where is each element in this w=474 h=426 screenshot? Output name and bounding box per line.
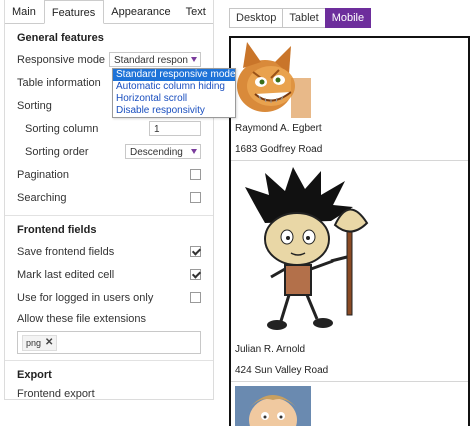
tab-features[interactable]: Features [43, 0, 105, 24]
extension-tag-label: png [26, 337, 42, 348]
save-fields-label: Save frontend fields [17, 245, 115, 258]
pagination-label: Pagination [17, 168, 69, 181]
section-title: Frontend fields [17, 224, 97, 236]
export-section: Export Frontend export [5, 361, 213, 400]
sorting-label: Sorting [17, 99, 52, 112]
tab-main[interactable]: Main [5, 0, 44, 23]
list-item: Raymond A. Egbert 1683 Godfrey Road [231, 38, 468, 161]
tab-appearance[interactable]: Appearance [104, 0, 178, 23]
searching-checkbox[interactable] [190, 192, 201, 203]
dropdown-option[interactable]: Standard responsive mode [113, 69, 236, 81]
sorting-column-input[interactable]: 1 [149, 121, 201, 136]
sorting-order-select[interactable]: Descending [125, 144, 201, 159]
pagination-checkbox[interactable] [190, 169, 201, 180]
extensions-label: Allow these file extensions [17, 313, 147, 325]
record-address: 1683 Godfrey Road [235, 144, 323, 155]
table-information-label: Table information [17, 76, 101, 89]
tab-text[interactable]: Text [179, 0, 213, 23]
settings-tabs: Main Features Appearance Text [5, 0, 213, 24]
sorting-column-label: Sorting column [25, 122, 99, 135]
logged-in-label: Use for logged in users only [17, 291, 154, 304]
frontend-export-label: Frontend export [17, 388, 95, 400]
sorting-order-label: Sorting order [25, 145, 89, 158]
list-item [231, 382, 468, 426]
cartoon-boy-avatar [235, 386, 311, 426]
mobile-button[interactable]: Mobile [324, 8, 372, 28]
frontend-fields-section: Frontend fields Save frontend fields Mar… [5, 216, 213, 361]
responsive-mode-select[interactable]: Standard respon [109, 52, 201, 67]
device-tabs: Desktop Tablet Mobile [229, 8, 372, 28]
responsive-mode-label: Responsive mode [17, 53, 106, 66]
logged-in-checkbox[interactable] [190, 292, 201, 303]
cartoon-character-avatar [235, 165, 375, 337]
sorting-order-value: Descending [130, 147, 183, 158]
chevron-down-icon [191, 57, 197, 62]
tablet-button[interactable]: Tablet [282, 8, 326, 28]
extension-tag: png ✕ [22, 334, 58, 351]
settings-panel: Main Features Appearance Text General fe… [4, 0, 214, 400]
chevron-down-icon [191, 149, 197, 154]
list-item: Julian R. Arnold 424 Sun Valley Road [231, 161, 468, 382]
mark-edited-checkbox[interactable] [190, 269, 201, 280]
section-title: Export [17, 369, 52, 381]
mark-edited-label: Mark last edited cell [17, 268, 115, 281]
record-name: Raymond A. Egbert [235, 123, 322, 134]
general-features-section: General features Responsive mode Standar… [5, 24, 213, 216]
section-title: General features [17, 32, 104, 44]
responsive-mode-value: Standard respon [114, 55, 188, 66]
dropdown-option[interactable]: Horizontal scroll [113, 93, 235, 105]
responsive-mode-dropdown: Standard responsive mode Automatic colum… [112, 68, 236, 118]
close-icon[interactable]: ✕ [45, 336, 53, 350]
searching-label: Searching [17, 191, 67, 204]
desktop-button[interactable]: Desktop [229, 8, 284, 28]
mobile-preview: Raymond A. Egbert 1683 Godfrey Road Juli… [229, 36, 470, 426]
save-fields-checkbox[interactable] [190, 246, 201, 257]
record-address: 424 Sun Valley Road [235, 365, 329, 376]
dropdown-option[interactable]: Automatic column hiding [113, 81, 235, 93]
record-name: Julian R. Arnold [235, 344, 306, 355]
dropdown-option[interactable]: Disable responsivity [113, 105, 235, 117]
extensions-input[interactable]: png ✕ [17, 331, 201, 354]
cat-avatar [235, 42, 311, 118]
